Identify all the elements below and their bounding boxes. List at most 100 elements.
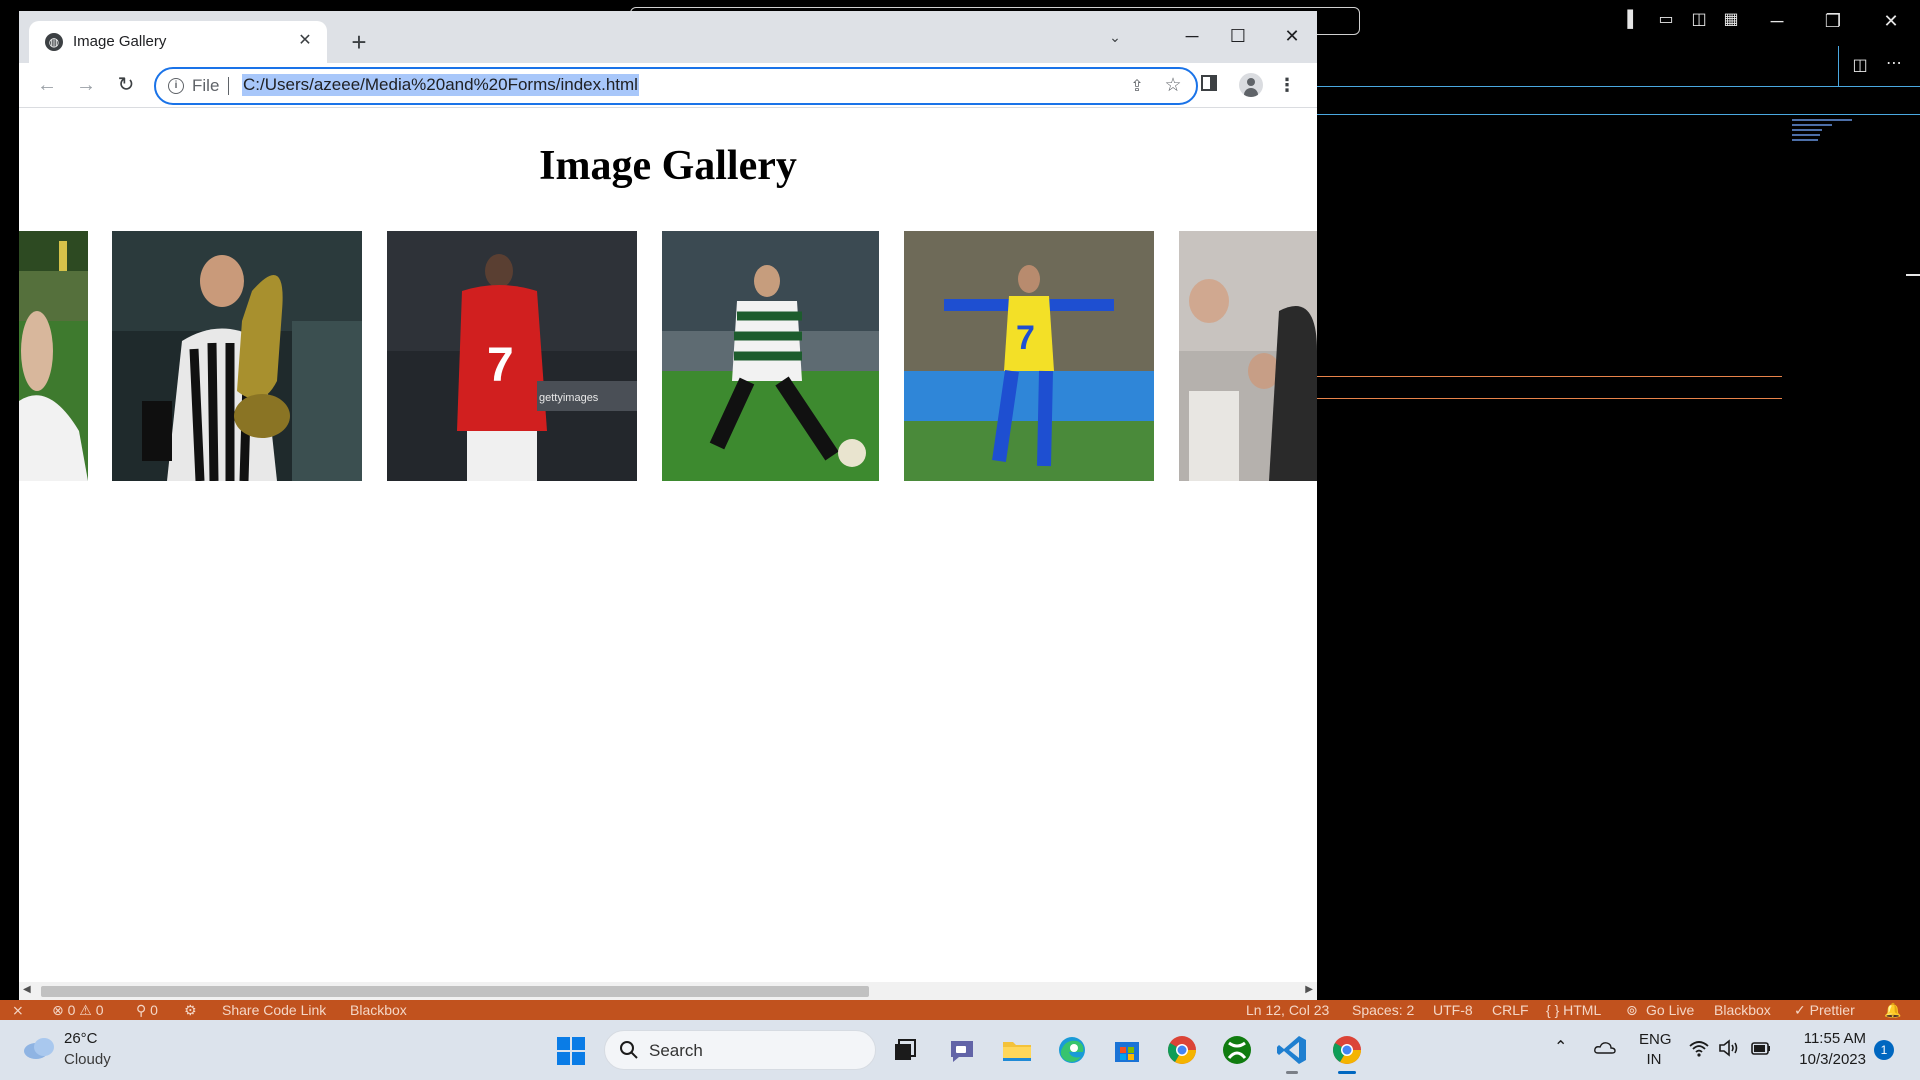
microsoft-store-icon[interactable] — [1110, 1033, 1144, 1067]
teams-chat-icon[interactable] — [945, 1033, 979, 1067]
vscode-icon — [1277, 1036, 1306, 1064]
volume-icon[interactable] — [1718, 1038, 1740, 1058]
horizontal-scrollbar[interactable]: ◀ ▶ — [19, 982, 1317, 1000]
chrome-menu-icon[interactable]: ⋮ — [1277, 73, 1297, 97]
ports-indicator[interactable]: ⚲ 0 — [136, 1000, 158, 1020]
weather-temperature[interactable]: 26°C — [64, 1030, 98, 1047]
tab-search-button[interactable]: ⌄ — [1103, 25, 1127, 49]
gallery-image-yellow-seven[interactable]: 7 — [904, 231, 1154, 481]
info-icon[interactable]: i — [168, 78, 184, 94]
blackbox-right-button[interactable]: Blackbox — [1714, 1000, 1771, 1020]
scheme-label: File — [192, 76, 220, 95]
forward-button[interactable]: → — [72, 71, 100, 99]
scrollbar-thumb[interactable] — [41, 986, 869, 997]
toggle-secondary-sidebar-icon[interactable]: ◫ — [1690, 12, 1708, 28]
clock-time[interactable]: 11:55 AM — [1786, 1030, 1866, 1047]
vscode-status-bar: ⨯ ⊗ 0 ⚠ 0 ⚲ 0 ⚙ Share Code Link Blackbox… — [0, 1000, 1920, 1020]
gettyimages-watermark: gettyimages — [539, 392, 599, 404]
remote-indicator[interactable]: ⨯ — [12, 1000, 24, 1020]
chrome-close-button[interactable]: ✕ — [1269, 21, 1315, 51]
vscode-taskbar-button[interactable] — [1275, 1033, 1309, 1077]
tab-strip: ◍ Image Gallery ✕ + ⌄ ─ ☐ ✕ — [19, 11, 1317, 63]
toggle-primary-sidebar-icon[interactable]: ▌ — [1624, 12, 1642, 28]
chrome-minimize-button[interactable]: ─ — [1169, 21, 1215, 51]
editor-scroll-marker[interactable] — [1906, 274, 1920, 276]
notifications-bell-icon[interactable]: 🔔 — [1884, 1000, 1901, 1020]
new-tab-button[interactable]: + — [345, 29, 373, 57]
prettier-button[interactable]: ✓ Prettier — [1794, 1000, 1855, 1020]
chrome-active-taskbar-button[interactable] — [1330, 1033, 1364, 1077]
svg-text:7: 7 — [487, 339, 514, 392]
editor-minimap[interactable] — [1792, 116, 1864, 160]
editor-tabs-border — [1316, 86, 1920, 87]
tab-image-gallery[interactable]: ◍ Image Gallery ✕ — [29, 21, 327, 63]
scheme-separator — [228, 77, 229, 95]
show-hidden-icons-chevron-icon[interactable]: ⌃ — [1554, 1037, 1567, 1057]
blackbox-left-button[interactable]: Blackbox — [350, 1000, 407, 1020]
svg-text:7: 7 — [1016, 319, 1035, 357]
share-icon[interactable]: ⇪ — [1126, 77, 1148, 97]
chrome-window: ◍ Image Gallery ✕ + ⌄ ─ ☐ ✕ ← → ↻ i File… — [19, 11, 1317, 1000]
vscode-activity-bar — [0, 0, 20, 1000]
profile-avatar[interactable] — [1239, 73, 1263, 97]
problems-indicator[interactable]: ⊗ 0 ⚠ 0 — [52, 1000, 104, 1020]
edge-icon[interactable] — [1055, 1033, 1089, 1067]
side-panel-icon[interactable] — [1201, 75, 1217, 91]
indentation-setting[interactable]: Spaces: 2 — [1352, 1000, 1414, 1020]
file-explorer-icon[interactable] — [1000, 1033, 1034, 1067]
back-button[interactable]: ← — [33, 71, 61, 99]
cursor-position[interactable]: Ln 12, Col 23 — [1246, 1000, 1329, 1020]
onedrive-icon[interactable] — [1594, 1040, 1616, 1054]
scroll-left-arrow[interactable]: ◀ — [23, 984, 31, 995]
bookmark-star-icon[interactable]: ☆ — [1162, 75, 1184, 97]
address-bar[interactable]: i File C:/Users/azeee/Media%20and%20Form… — [154, 67, 1198, 105]
page-title: Image Gallery — [539, 143, 797, 189]
language-mode[interactable]: { } HTML — [1546, 1000, 1601, 1020]
customize-layout-icon[interactable]: ▦ — [1722, 12, 1740, 28]
chrome-icon[interactable] — [1165, 1033, 1199, 1067]
reload-button[interactable]: ↻ — [112, 71, 140, 99]
go-live-icon[interactable]: ⊚ — [1626, 1000, 1638, 1020]
editor-actions-divider — [1838, 46, 1839, 86]
gallery-image-red-seven[interactable]: 7 gettyimages — [387, 231, 637, 481]
clock-date[interactable]: 10/3/2023 — [1786, 1051, 1866, 1068]
gallery-image-striped-kit[interactable] — [662, 231, 879, 481]
scroll-right-arrow[interactable]: ▶ — [1305, 984, 1313, 995]
browser-toolbar: ← → ↻ i File C:/Users/azeee/Media%20and%… — [19, 63, 1317, 108]
chrome-active-icon — [1333, 1036, 1361, 1064]
cloudy-weather-icon[interactable] — [22, 1034, 56, 1060]
chrome-maximize-button[interactable]: ☐ — [1215, 21, 1261, 51]
active-indicator — [1338, 1071, 1356, 1074]
vscode-close-button[interactable]: ✕ — [1868, 8, 1914, 34]
gallery-image-crowd[interactable] — [1179, 231, 1317, 481]
url-text[interactable]: C:/Users/azeee/Media%20and%20Forms/index… — [242, 74, 639, 96]
share-code-link-button[interactable]: Share Code Link — [222, 1000, 326, 1020]
battery-icon[interactable] — [1750, 1038, 1772, 1058]
windows-start-icon[interactable] — [556, 1036, 586, 1066]
globe-icon: ◍ — [45, 33, 63, 51]
gallery-image-trophy[interactable] — [112, 231, 362, 481]
vscode-restore-button[interactable]: ❐ — [1810, 8, 1856, 34]
xbox-icon[interactable] — [1220, 1033, 1254, 1067]
more-actions-icon[interactable]: ⋯ — [1880, 54, 1908, 78]
gallery-image-waving[interactable] — [19, 231, 88, 481]
weather-condition[interactable]: Cloudy — [64, 1051, 111, 1068]
go-live-button[interactable]: Go Live — [1646, 1000, 1694, 1020]
running-indicator — [1286, 1071, 1298, 1074]
wifi-icon[interactable] — [1688, 1038, 1710, 1058]
encoding-setting[interactable]: UTF-8 — [1433, 1000, 1473, 1020]
input-language[interactable]: ENG — [1639, 1031, 1672, 1048]
taskbar-search[interactable]: Search — [604, 1030, 876, 1070]
task-view-icon[interactable] — [888, 1033, 922, 1067]
input-region[interactable]: IN — [1639, 1051, 1669, 1068]
live-share-icon[interactable]: ⚙ — [184, 1000, 197, 1020]
breadcrumb-border — [1316, 114, 1920, 115]
eol-setting[interactable]: CRLF — [1492, 1000, 1529, 1020]
vscode-minimize-button[interactable]: ─ — [1754, 8, 1800, 34]
close-tab-icon[interactable]: ✕ — [295, 31, 315, 51]
split-editor-icon[interactable]: ◫ — [1848, 54, 1872, 78]
editor-highlight-line — [1316, 398, 1782, 399]
notification-count-badge[interactable]: 1 — [1874, 1040, 1894, 1060]
editor-highlight-line — [1316, 376, 1782, 377]
toggle-panel-icon[interactable]: ▭ — [1657, 12, 1675, 28]
